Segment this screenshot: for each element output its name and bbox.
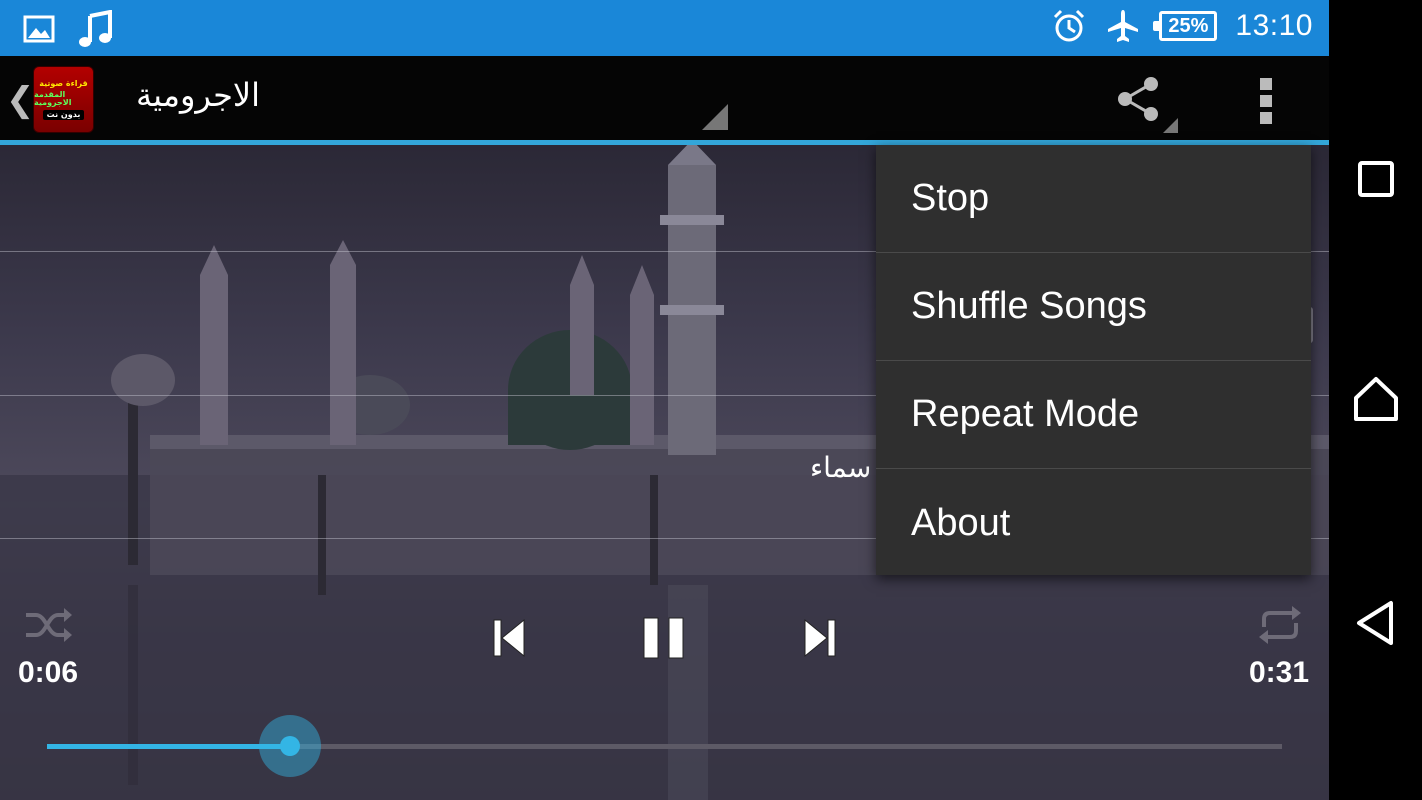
music-note-icon — [79, 10, 112, 47]
menu-item-repeat-mode[interactable]: Repeat Mode — [876, 361, 1311, 469]
overflow-menu-icon[interactable] — [1258, 78, 1274, 124]
image-icon — [23, 15, 55, 43]
previous-icon[interactable] — [492, 618, 526, 658]
elapsed-time: 0:06 — [18, 656, 79, 689]
clock: 13:10 — [1235, 9, 1313, 42]
app-icon-line-3: بدون نت — [42, 109, 85, 120]
menu-item-shuffle-songs[interactable]: Shuffle Songs — [876, 253, 1311, 361]
seek-bar[interactable] — [47, 744, 1282, 749]
next-icon[interactable] — [803, 618, 837, 658]
overflow-popup-menu: Stop Shuffle Songs Repeat Mode About — [876, 145, 1311, 575]
battery-level: 25% — [1168, 14, 1209, 37]
battery-icon: 25% — [1153, 11, 1218, 41]
app-icon[interactable]: قراءة صوتية المقدمة الاجرومية بدون نت — [33, 66, 94, 133]
navigation-bar — [1329, 0, 1422, 800]
status-bar: 25% 13:10 — [0, 0, 1329, 56]
app-icon-line-1: قراءة صوتية — [39, 78, 88, 88]
recent-apps-icon[interactable] — [1351, 154, 1401, 204]
app-icon-line-2: المقدمة الاجرومية — [34, 89, 72, 107]
total-duration: 0:31 — [1249, 656, 1310, 689]
seek-thumb[interactable] — [280, 736, 300, 756]
menu-item-stop[interactable]: Stop — [876, 145, 1311, 253]
share-dropdown-indicator-icon — [1163, 118, 1178, 133]
share-icon[interactable] — [1113, 74, 1163, 124]
airplane-mode-icon — [1108, 10, 1139, 42]
up-chevron-icon[interactable]: ❮ — [6, 80, 35, 120]
seek-bar-progress — [47, 744, 290, 749]
spinner-indicator-icon — [702, 104, 728, 130]
pause-icon[interactable] — [642, 616, 686, 660]
home-icon[interactable] — [1351, 374, 1401, 424]
page-title[interactable]: الاجرومية — [136, 76, 260, 114]
lyric-line: سماء — [810, 451, 872, 484]
alarm-icon — [1054, 9, 1085, 42]
menu-item-about[interactable]: About — [876, 469, 1311, 577]
shuffle-icon[interactable] — [24, 605, 74, 645]
repeat-icon[interactable] — [1256, 605, 1304, 645]
back-icon[interactable] — [1351, 598, 1401, 648]
